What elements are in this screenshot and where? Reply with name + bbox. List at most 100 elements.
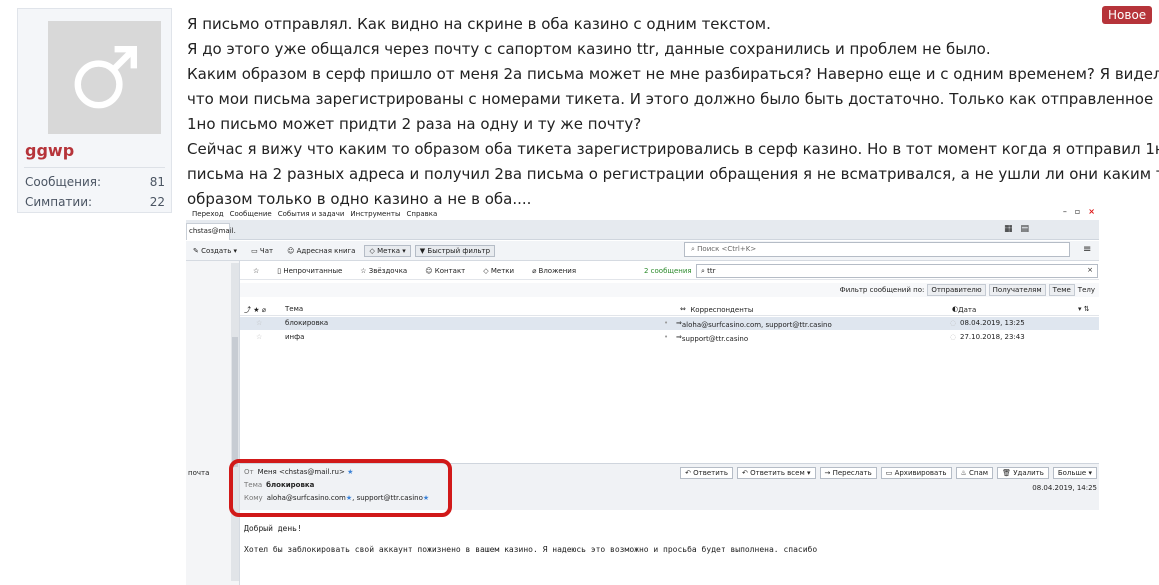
row-to: support@ttr.casino (681, 335, 749, 343)
post-line: Я до этого уже общался через почту с сап… (187, 40, 991, 58)
forward-button[interactable]: → Переслать (819, 467, 877, 479)
mail-menubar: Переход Сообщение События и задачи Инстр… (186, 207, 1099, 220)
stat-label: Сообщения: (25, 175, 102, 189)
thread-icon[interactable]: ⤴ ★ ⌀ (244, 305, 266, 315)
read-dot-icon[interactable]: • (664, 333, 668, 341)
row-correspondents: ⇒ aloha@surfcasino.com, support@ttr.casi… (676, 319, 832, 329)
menu-item[interactable]: Сообщение (230, 210, 272, 218)
row-correspondents: ⇒ support@ttr.casino (676, 333, 749, 343)
archive-button[interactable]: ▭ Архивировать (880, 467, 952, 479)
row-date: 27.10.2018, 23:43 (960, 333, 1025, 341)
filter-by-label: Фильтр сообщений по: (839, 286, 925, 294)
red-highlight-box (229, 459, 452, 517)
stat-label: Симпатии: (25, 195, 93, 209)
read-dot-icon[interactable]: • (664, 319, 668, 327)
post-line: что мои письма зарегистрированы с номера… (187, 90, 1154, 108)
global-search-input[interactable]: ⌕ Поиск <Ctrl+K> (684, 242, 1070, 257)
filter-label: Контакт (434, 266, 466, 275)
tasks-icon[interactable]: ▤ (1020, 224, 1029, 234)
stat-messages: Сообщения: 81 (25, 175, 165, 189)
row-subject: блокировка (285, 319, 329, 327)
col-date[interactable]: ◐ Дата (952, 305, 976, 314)
more-label: Больше (1057, 469, 1087, 477)
filter-by-sender[interactable]: Отправителю (927, 284, 986, 296)
create-button[interactable]: ✎ Создать ▾ (188, 245, 242, 257)
menu-item[interactable]: Инструменты (350, 210, 400, 218)
address-book-label: Адресная книга (296, 246, 356, 255)
reply-button[interactable]: ↶ Ответить (680, 467, 734, 479)
filter-by-bar: Фильтр сообщений по: Отправителю Получат… (240, 283, 1099, 297)
body-line: Добрый день! (244, 524, 302, 533)
filter-search-input[interactable]: ⌕ ttr × (696, 264, 1098, 278)
table-row[interactable]: ☆ блокировка • ⇒ aloha@surfcasino.com, s… (240, 317, 1099, 330)
status-icon: ◌ (950, 319, 957, 327)
menu-item[interactable]: События и задачи (278, 210, 345, 218)
chat-icon: ▭ (251, 246, 260, 255)
avatar[interactable] (48, 21, 161, 134)
filter-attachments[interactable]: ⌀ Вложения (527, 265, 581, 277)
pencil-icon: ✎ (193, 246, 202, 255)
new-badge: Новое (1102, 6, 1153, 24)
post-line: Сейчас я вижу что каким то образом оба т… (187, 140, 1159, 158)
filter-label: Непрочитанные (283, 266, 343, 275)
folder-label[interactable]: почта (188, 469, 209, 477)
username-link[interactable]: ggwp (25, 141, 74, 160)
col-subject[interactable]: Тема (285, 305, 303, 313)
menu-item[interactable]: Справка (406, 210, 437, 218)
more-button[interactable]: Больше ▾ (1052, 467, 1097, 479)
window-controls: – ▫ × (1063, 207, 1099, 216)
table-row[interactable]: ☆ инфа • ⇒ support@ttr.casino ◌ 27.10.20… (240, 331, 1099, 344)
user-panel: ggwp Сообщения: 81 Симпатии: 22 (17, 8, 172, 213)
quick-filter-label: Быстрый фильтр (427, 246, 491, 255)
scroll-thumb[interactable] (232, 337, 238, 467)
filter-by-recipients[interactable]: Получателям (988, 284, 1046, 296)
filter-starred[interactable]: ☆ Звёздочка (355, 265, 412, 277)
address-book-button[interactable]: ☺ Адресная книга (282, 245, 360, 257)
pin-icon[interactable]: ☆ (248, 265, 264, 277)
maximize-icon[interactable]: ▫ (1075, 207, 1080, 216)
stat-likes: Симпатии: 22 (25, 195, 165, 209)
filter-contact[interactable]: ☺ Контакт (420, 265, 470, 277)
quick-filter-button[interactable]: ▼ Быстрый фильтр (414, 244, 496, 257)
attached-screenshot[interactable]: Переход Сообщение События и задачи Инстр… (186, 207, 1099, 585)
message-date: 08.04.2019, 14:25 (1032, 484, 1097, 492)
chat-button[interactable]: ▭ Чат (246, 245, 278, 257)
create-label: Создать (201, 246, 232, 255)
tag-icon: ◇ (483, 266, 491, 275)
tab-row: chstas@mail. ▦ ▤ (186, 220, 1099, 240)
stat-value: 81 (149, 175, 165, 189)
star-icon[interactable]: ☆ (256, 319, 262, 327)
calendar-icon[interactable]: ▦ (1004, 224, 1013, 234)
delete-button[interactable]: 🗑 Удалить (997, 467, 1049, 479)
col-correspondents-label: Корреспонденты (690, 306, 754, 314)
spam-button[interactable]: ♨ Спам (955, 467, 994, 479)
row-subject: инфа (285, 333, 305, 341)
male-symbol-icon (74, 45, 137, 108)
filter-tags[interactable]: ◇ Метки (478, 265, 519, 277)
contact-icon: ☺ (425, 266, 435, 275)
archive-label: Архивировать (894, 469, 947, 477)
close-icon[interactable]: × (1088, 207, 1095, 216)
filter-by-subject[interactable]: Теме (1048, 284, 1075, 296)
filter-by-body[interactable]: Телу (1078, 286, 1095, 294)
star-icon: ☆ (360, 266, 369, 275)
col-correspondents[interactable]: ⇔ Корреспонденты (680, 305, 753, 314)
divider (24, 167, 165, 168)
reply-all-button[interactable]: ↶ Ответить всем ▾ (737, 467, 816, 479)
filter-label: Метки (490, 266, 515, 275)
post-line: Каким образом в серф пришло от меня 2а п… (187, 65, 1159, 83)
clear-icon[interactable]: × (1087, 266, 1093, 274)
column-picker-icon[interactable]: ▾ ⇅ (1078, 305, 1090, 313)
tag-icon: ◇ (369, 246, 378, 255)
forward-label: Переслать (832, 469, 872, 477)
app-menu-icon[interactable]: ≡ (1083, 244, 1091, 255)
filter-query: ttr (707, 267, 716, 275)
filter-unread[interactable]: ▯ Непрочитанные (272, 265, 347, 277)
tab-inbox[interactable]: chstas@mail. (186, 223, 236, 240)
row-to: aloha@surfcasino.com, support@ttr.casino (681, 321, 832, 329)
spam-label: Спам (969, 469, 989, 477)
minimize-icon[interactable]: – (1063, 207, 1067, 216)
tag-button[interactable]: ◇ Метка ▾ (364, 244, 411, 257)
star-icon[interactable]: ☆ (256, 333, 262, 341)
menu-item[interactable]: Переход (192, 210, 224, 218)
